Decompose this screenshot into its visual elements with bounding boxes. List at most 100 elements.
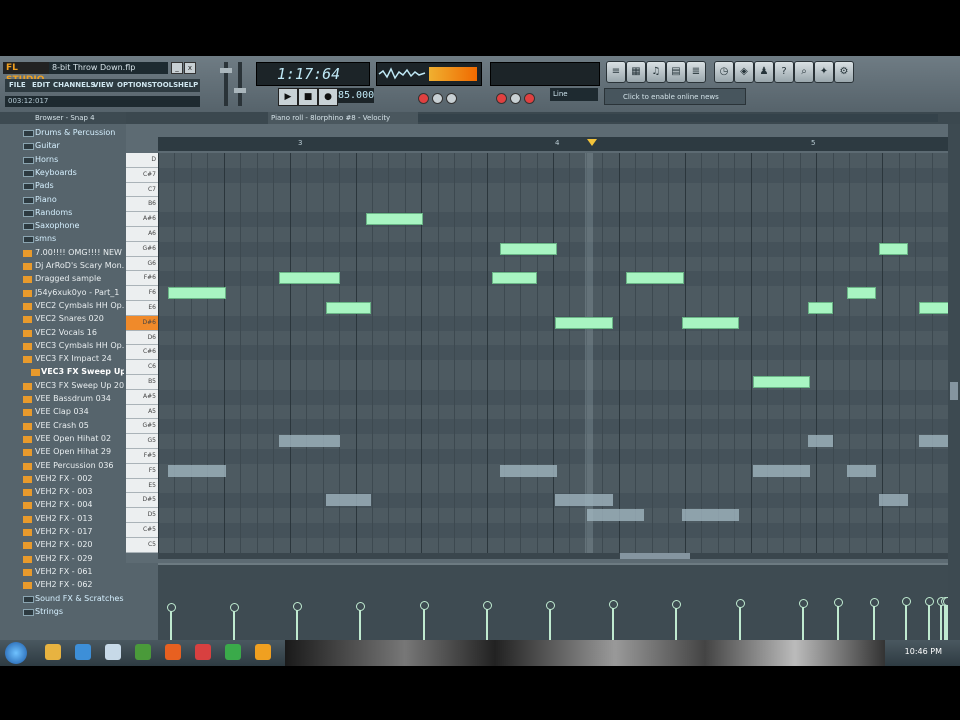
velocity-bar[interactable] (612, 605, 615, 642)
close-button[interactable]: x (184, 62, 196, 74)
midi-note[interactable] (491, 272, 538, 285)
menu-options[interactable]: OPTIONS (117, 79, 152, 92)
piano-key[interactable]: D6 (126, 330, 158, 346)
master-pitch-slider[interactable] (234, 62, 246, 106)
piano-keyboard[interactable]: D C#7 C7 B6 A#6 A6 G#6 G6 F#6 F6 E6 D#6 D6 C#6 C6 B5 A#5… (126, 153, 158, 553)
midi-note[interactable] (278, 272, 341, 285)
piano-key[interactable]: C#5 (126, 523, 158, 538)
piano-key[interactable]: E5 (126, 478, 158, 494)
chrome-icon[interactable] (195, 644, 211, 660)
piano-key[interactable]: D (126, 153, 158, 168)
tempo-tap-icon[interactable]: ◷ (714, 61, 734, 83)
browser-folder[interactable]: Strings (0, 605, 124, 620)
plugin-picker-icon[interactable]: ♟ (754, 61, 774, 83)
piano-key[interactable]: A#5 (126, 389, 158, 405)
loop-mode-button[interactable] (432, 93, 443, 104)
velocity-handle[interactable] (230, 602, 240, 612)
master-volume-slider[interactable] (220, 62, 232, 106)
menu-view[interactable]: VIEW (93, 79, 114, 92)
piano-key[interactable]: A6 (126, 227, 158, 242)
piano-key[interactable]: A#6 (126, 212, 158, 227)
velocity-bar[interactable] (928, 602, 931, 642)
velocity-bar[interactable] (485, 606, 488, 642)
piano-roll-top-scroll[interactable] (418, 114, 938, 122)
midi-note[interactable] (626, 272, 684, 285)
piano-key[interactable]: G#6 (126, 241, 158, 257)
midi-note[interactable] (681, 316, 739, 329)
time-ruler[interactable]: 3 4 5 (158, 137, 948, 151)
velocity-handle[interactable] (482, 601, 492, 610)
vertical-scrollbar[interactable] (948, 124, 960, 640)
midi-note[interactable] (365, 213, 423, 226)
settings-icon[interactable]: ⚙ (834, 61, 854, 83)
menu-channels[interactable]: CHANNELS (53, 79, 95, 92)
velocity-bar[interactable] (233, 607, 236, 642)
explorer-icon[interactable] (45, 644, 61, 660)
velocity-bar[interactable] (359, 606, 362, 642)
piano-key[interactable]: D5 (126, 508, 158, 523)
utility-icon[interactable] (225, 644, 241, 660)
pattern-selector[interactable] (490, 62, 600, 86)
velocity-handle[interactable] (901, 597, 911, 607)
piano-key[interactable]: D#5 (126, 493, 158, 509)
velocity-handle[interactable] (798, 598, 808, 608)
piano-key[interactable]: D#6 (126, 315, 158, 331)
piano-key[interactable]: G6 (126, 256, 158, 272)
firefox-icon[interactable] (165, 644, 181, 660)
velocity-handle[interactable] (735, 599, 745, 609)
midi-note[interactable] (879, 242, 908, 255)
piano-key[interactable]: C#7 (126, 167, 158, 183)
cpu-icon[interactable]: ◈ (734, 61, 754, 83)
search-icon[interactable]: ⌕ (794, 61, 814, 83)
snap-select[interactable]: Line (550, 88, 598, 101)
scroll-thumb[interactable] (620, 553, 690, 559)
velocity-bar[interactable] (169, 607, 172, 642)
midi-note[interactable] (555, 316, 613, 329)
piano-key[interactable]: G#5 (126, 419, 158, 435)
piano-key[interactable]: F5 (126, 463, 158, 479)
fl-studio-taskbar-icon[interactable] (255, 644, 271, 660)
help-icon[interactable]: ? (774, 61, 794, 83)
piano-key[interactable]: C6 (126, 360, 158, 375)
piano-key[interactable]: B5 (126, 375, 158, 390)
media-icon[interactable] (105, 644, 121, 660)
playhead-marker[interactable] (587, 139, 597, 146)
velocity-handle[interactable] (869, 597, 879, 607)
menu-edit[interactable]: EDIT (32, 79, 50, 92)
tempo-display[interactable]: 85.000 (338, 88, 374, 103)
midi-note[interactable] (918, 302, 948, 314)
midi-note[interactable] (847, 287, 877, 300)
velocity-bar[interactable] (296, 607, 299, 642)
piano-roll-icon[interactable]: ♫ (646, 61, 666, 83)
velocity-bar[interactable] (801, 603, 804, 642)
velocity-handle[interactable] (925, 597, 935, 607)
piano-roll-horizontal-scrollbar[interactable] (158, 553, 948, 559)
piano-key[interactable]: C5 (126, 537, 158, 553)
velocity-handle[interactable] (609, 600, 619, 610)
start-button[interactable] (5, 642, 27, 664)
velocity-handle[interactable] (672, 599, 682, 609)
metronome-button[interactable] (446, 93, 457, 104)
piano-key[interactable]: G5 (126, 434, 158, 449)
midi-note[interactable] (499, 242, 558, 255)
piano-key[interactable]: B6 (126, 197, 158, 213)
velocity-bar[interactable] (738, 604, 741, 642)
velocity-handle[interactable] (834, 598, 844, 608)
ie-icon[interactable] (75, 644, 91, 660)
menu-tools[interactable]: TOOLS (152, 79, 178, 92)
blend-button[interactable] (496, 93, 507, 104)
velocity-bar[interactable] (872, 602, 875, 642)
piano-roll-grid[interactable] (158, 153, 948, 553)
velocity-bar[interactable] (837, 603, 840, 642)
midi-note[interactable] (752, 376, 811, 388)
velocity-bar[interactable] (675, 604, 678, 642)
minimize-button[interactable]: _ (171, 62, 183, 74)
velocity-handle[interactable] (293, 602, 303, 612)
step-edit-button[interactable] (510, 93, 521, 104)
piano-key[interactable]: F#6 (126, 271, 158, 287)
record-mode-button[interactable] (418, 93, 429, 104)
stop-button[interactable]: ■ (298, 88, 318, 106)
online-news-box[interactable]: Click to enable online news (604, 88, 746, 105)
record-button[interactable]: ● (318, 88, 338, 106)
step-sequencer-icon[interactable]: ▦ (626, 61, 646, 83)
